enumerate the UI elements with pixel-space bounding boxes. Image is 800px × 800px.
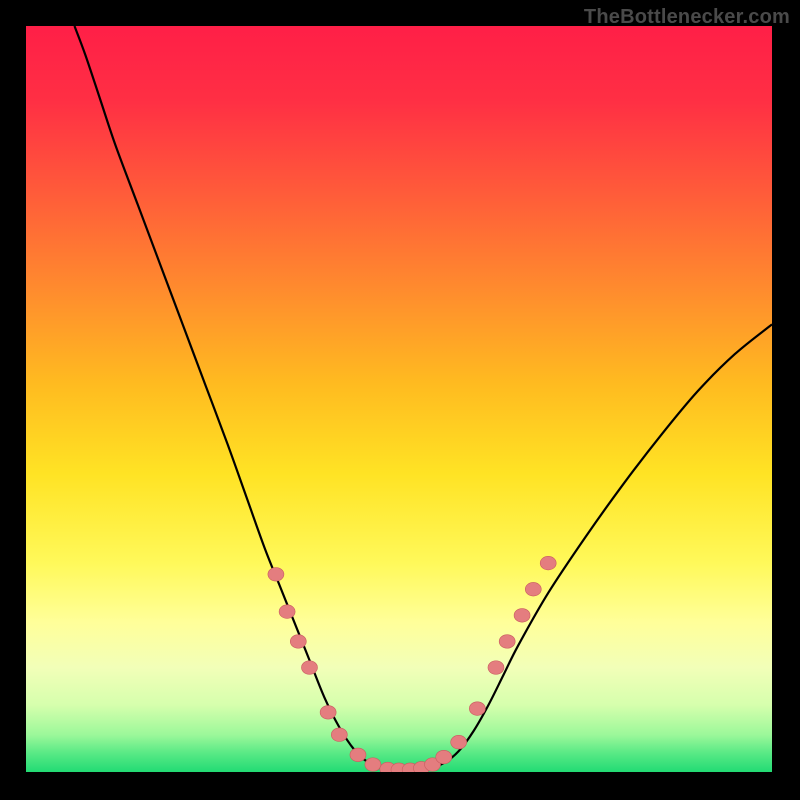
curve-marker — [268, 568, 284, 582]
curve-marker — [451, 735, 467, 749]
curve-marker — [365, 758, 381, 772]
curve-marker — [301, 661, 317, 675]
bottleneck-chart — [26, 26, 772, 772]
curve-marker — [350, 748, 366, 762]
curve-marker — [514, 609, 530, 623]
curve-marker — [436, 750, 452, 764]
credit-watermark: TheBottlenecker.com — [584, 6, 790, 29]
curve-marker — [540, 556, 556, 570]
curve-marker — [525, 582, 541, 596]
curve-marker — [499, 635, 515, 649]
gradient-background — [26, 26, 772, 772]
chart-frame — [26, 26, 772, 772]
curve-marker — [320, 706, 336, 720]
curve-marker — [290, 635, 306, 649]
curve-marker — [469, 702, 485, 716]
curve-marker — [331, 728, 347, 742]
curve-marker — [279, 605, 295, 619]
curve-marker — [488, 661, 504, 675]
